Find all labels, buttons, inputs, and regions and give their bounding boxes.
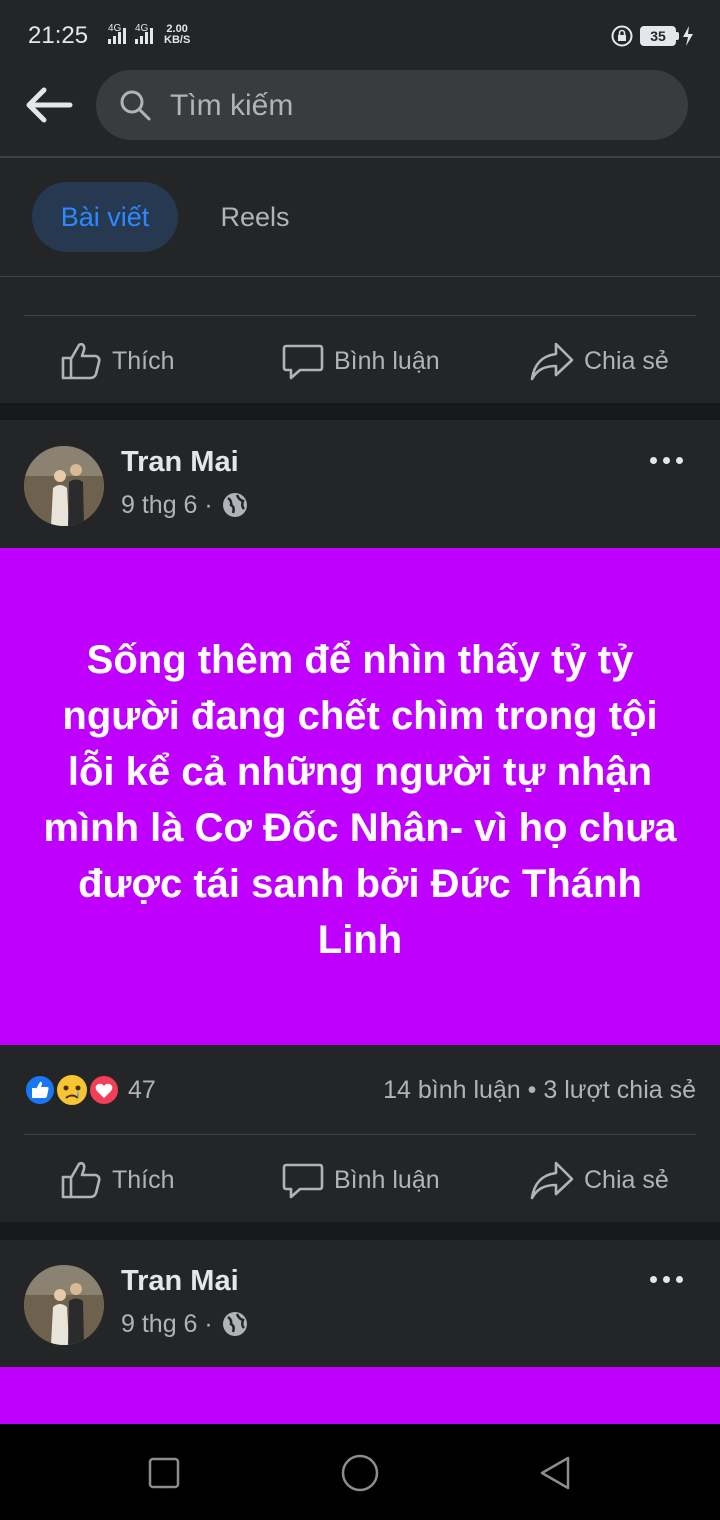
recent-apps-icon[interactable] bbox=[148, 1457, 180, 1489]
comment-icon bbox=[282, 344, 324, 380]
globe-icon bbox=[223, 1312, 247, 1336]
love-reaction-icon bbox=[88, 1074, 120, 1106]
like-label: Thích bbox=[112, 346, 175, 375]
share-button[interactable]: Chia sẻ bbox=[530, 331, 669, 391]
comment-button[interactable]: Bình luận bbox=[282, 331, 440, 391]
thumbs-up-icon bbox=[61, 342, 101, 380]
post-card: Tran Mai 9 thg 6 · Sống thêm để nhìn thấ… bbox=[0, 420, 720, 1222]
more-options-button[interactable] bbox=[644, 1269, 688, 1289]
like-button[interactable]: Thích bbox=[60, 331, 175, 391]
tab-posts[interactable]: Bài viết bbox=[32, 182, 178, 252]
engagement-stats[interactable]: 14 bình luận • 3 lượt chia sẻ bbox=[383, 1076, 696, 1105]
like-label: Thích bbox=[112, 1165, 175, 1194]
charging-icon bbox=[683, 26, 693, 46]
signal-icon bbox=[135, 28, 153, 44]
avatar-photo bbox=[24, 1265, 104, 1345]
thumbs-up-icon bbox=[61, 1161, 101, 1199]
share-icon bbox=[530, 342, 574, 381]
sad-reaction-icon bbox=[55, 1073, 89, 1107]
avatar[interactable] bbox=[24, 1265, 104, 1345]
back-nav-icon[interactable] bbox=[538, 1455, 574, 1491]
author-name[interactable]: Tran Mai bbox=[121, 1265, 239, 1298]
divider bbox=[24, 315, 696, 316]
tab-reels[interactable]: Reels bbox=[200, 182, 310, 252]
avatar[interactable] bbox=[24, 446, 104, 526]
network-speed: 2.00 KB/S bbox=[164, 24, 190, 46]
like-button[interactable]: Thích bbox=[60, 1150, 175, 1210]
signal-icon bbox=[108, 28, 126, 44]
globe-icon bbox=[223, 493, 247, 517]
back-arrow-icon[interactable] bbox=[22, 84, 74, 126]
share-button[interactable]: Chia sẻ bbox=[530, 1150, 669, 1210]
status-time: 21:25 bbox=[28, 22, 89, 49]
share-icon bbox=[530, 1161, 574, 1200]
post-date[interactable]: 9 thg 6 · bbox=[121, 491, 213, 520]
share-label: Chia sẻ bbox=[584, 346, 669, 375]
search-icon bbox=[120, 90, 151, 121]
like-reaction-icon bbox=[24, 1074, 56, 1106]
comment-button[interactable]: Bình luận bbox=[282, 1150, 440, 1210]
divider bbox=[24, 1134, 696, 1135]
comment-label: Bình luận bbox=[334, 1165, 440, 1194]
battery-icon: 35 bbox=[640, 26, 676, 46]
reaction-count[interactable]: 47 bbox=[128, 1076, 156, 1105]
post-text-background: Sống thêm để nhìn thấy tỷ tỷ người đang … bbox=[0, 548, 720, 1045]
post-text-background bbox=[0, 1367, 720, 1424]
avatar-photo bbox=[24, 446, 104, 526]
search-input[interactable] bbox=[168, 84, 652, 128]
home-icon[interactable] bbox=[340, 1453, 380, 1493]
comment-label: Bình luận bbox=[334, 346, 440, 375]
more-options-button[interactable] bbox=[644, 450, 688, 470]
post-card: Tran Mai 9 thg 6 · bbox=[0, 1240, 720, 1424]
comment-icon bbox=[282, 1163, 324, 1199]
battery-tip bbox=[676, 32, 679, 40]
network-speed-unit: KB/S bbox=[164, 34, 191, 46]
previous-post-footer: Thích Bình luận Chia sẻ bbox=[0, 277, 720, 403]
share-label: Chia sẻ bbox=[584, 1165, 669, 1194]
rotation-lock-icon bbox=[611, 25, 633, 47]
post-text: Sống thêm để nhìn thấy tỷ tỷ người đang … bbox=[43, 638, 677, 962]
author-name[interactable]: Tran Mai bbox=[121, 446, 239, 479]
post-date[interactable]: 9 thg 6 · bbox=[121, 1310, 213, 1339]
navigation-bar bbox=[0, 1424, 720, 1520]
